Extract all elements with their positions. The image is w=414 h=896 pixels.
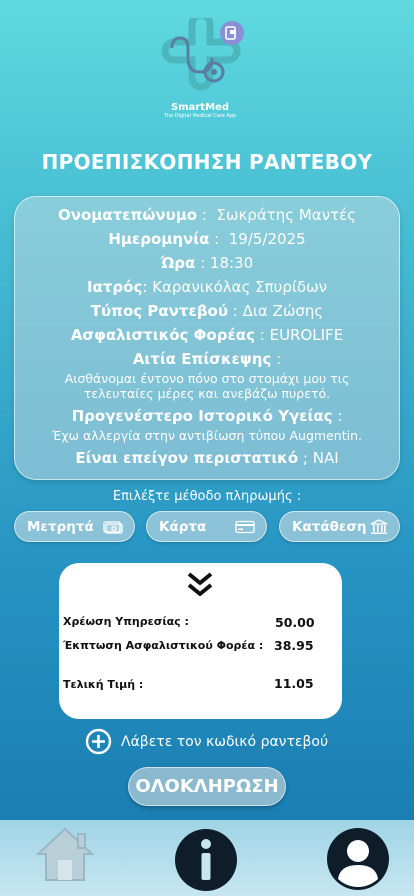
doctor-row: Ιατρός: Καρανικόλας Σπυρίδων: [86, 278, 328, 296]
time-label: Ώρα: [160, 254, 196, 272]
bottom-navigation: [0, 820, 414, 896]
history-label: Προγενέστερο Ιστορικό Υγείας: [71, 407, 333, 425]
insurer-discount-value: 38.95: [274, 638, 314, 653]
nav-info[interactable]: [174, 828, 238, 896]
double-chevron-down-icon[interactable]: [186, 571, 214, 599]
card-button[interactable]: Κάρτα: [146, 511, 267, 542]
brand-name: SmartMed: [171, 102, 229, 113]
fullname-label: Ονοματεπώνυμο: [57, 206, 198, 224]
fullname-value: Σωκράτης Μαντές: [216, 206, 357, 224]
nav-profile[interactable]: [326, 827, 390, 895]
total-price-label: Τελική Τιμή :: [63, 678, 144, 691]
time-row: Ώρα : 18:30: [160, 254, 254, 272]
reason-line-2: τελευταίες μέρες και ανεβάζω πυρετό.: [83, 386, 331, 401]
insurer-value: EUROLIFE: [269, 326, 344, 344]
user-icon: [327, 828, 389, 890]
history-row: Προγενέστερο Ιστορικό Υγείας :: [71, 407, 343, 425]
credit-card-icon: [235, 520, 255, 533]
date-label: Ημερομηνία: [108, 230, 210, 248]
type-value: Δια Ζώσης: [242, 302, 324, 320]
appointment-summary-card: Ονοματεπώνυμο : Σωκράτης Μαντές Ημερομην…: [14, 196, 400, 480]
price-summary-card: Χρέωση Υπηρεσίας : 50.00 Έκπτωση Ασφαλισ…: [59, 563, 342, 719]
time-value: 18:30: [209, 254, 254, 272]
brand-tagline: The Digital Medical Care App: [163, 113, 237, 119]
doctor-label: Ιατρός: [86, 278, 143, 296]
insurer-row: Ασφαλιστικός Φορέας : EUROLIFE: [70, 326, 344, 344]
reason-row: Αιτία Επίσκεψης :: [132, 350, 282, 368]
date-value: 19/5/2025: [228, 230, 306, 248]
plus-circle-icon: [85, 728, 112, 755]
complete-button[interactable]: ΟΛΟΚΛΗΡΩΣΗ: [128, 767, 286, 806]
urgent-label: Είναι επείγον περιστατικό: [75, 449, 299, 467]
info-icon: [175, 829, 237, 891]
reason-line-1: Αισθάνομαι έντονο πόνο στο στομάχι μου τ…: [64, 371, 350, 386]
deposit-label: Κατάθεση: [292, 518, 367, 535]
payment-method-prompt: Επιλέξτε μέθοδο πληρωμής :: [112, 489, 302, 504]
doctor-value: Καρανικόλας Σπυρίδων: [152, 278, 328, 296]
bank-icon: [370, 518, 388, 534]
get-appointment-code[interactable]: Λάβετε τον κωδικό ραντεβού: [85, 728, 328, 755]
history-value: Έχω αλλεργία στην αντιβίωση τύπου Augmen…: [52, 428, 362, 443]
urgent-value: ΝΑΙ: [312, 449, 339, 467]
banknote-icon: [103, 520, 123, 534]
urgent-row: Είναι επείγον περιστατικό ; ΝΑΙ: [75, 449, 339, 467]
deposit-button[interactable]: Κατάθεση: [279, 511, 400, 542]
service-fee-label: Χρέωση Υπηρεσίας :: [63, 615, 189, 628]
insurer-discount-label: Έκπτωση Ασφαλιστικού Φορέα :: [63, 639, 264, 652]
cash-label: Μετρητά: [27, 518, 94, 535]
total-price-value: 11.05: [274, 676, 314, 691]
home-icon: [35, 827, 95, 881]
cash-button[interactable]: Μετρητά: [14, 511, 135, 542]
service-fee-value: 50.00: [275, 615, 315, 630]
type-row: Τύπος Ραντεβού : Δια Ζώσης: [90, 302, 324, 320]
reason-label: Αιτία Επίσκεψης: [132, 350, 272, 368]
insurer-label: Ασφαλιστικός Φορέας: [70, 326, 255, 344]
date-row: Ημερομηνία : 19/5/2025: [108, 230, 306, 248]
page-title: ΠΡΟΕΠΙΣΚΟΠΗΣΗ ΡΑΝΤΕΒΟΥ: [41, 150, 373, 174]
type-label: Τύπος Ραντεβού: [90, 302, 228, 320]
get-code-label: Λάβετε τον κωδικό ραντεβού: [121, 733, 329, 750]
fullname-row: Ονοματεπώνυμο : Σωκράτης Μαντές: [57, 206, 357, 224]
app-logo: SmartMed The Digital Medical Care App: [150, 18, 250, 128]
smartmed-logo-icon: [161, 18, 244, 91]
card-label: Κάρτα: [159, 518, 207, 535]
nav-home[interactable]: [35, 826, 95, 886]
